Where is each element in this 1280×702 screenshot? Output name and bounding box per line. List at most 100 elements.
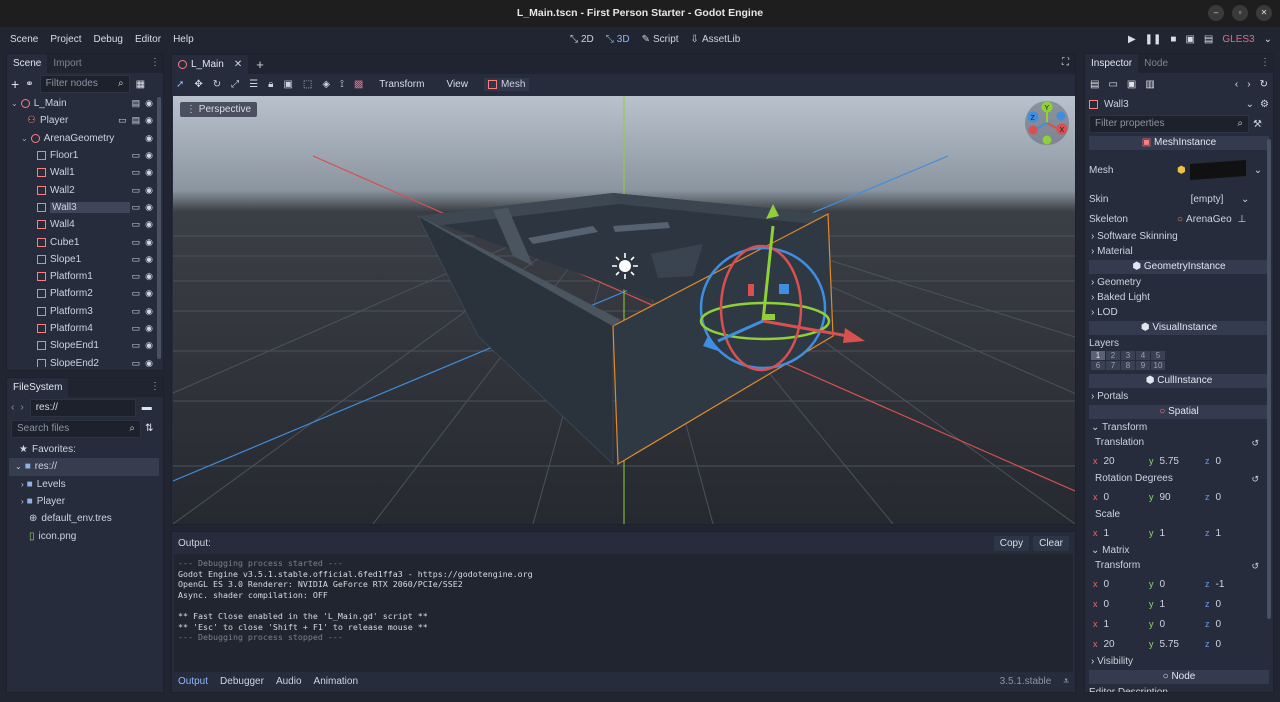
reset-icon[interactable]: ↺: [1251, 471, 1259, 487]
matrix-field[interactable]: 0: [1104, 579, 1110, 590]
tree-row-platform3[interactable]: Platform3 ▭ ◉: [7, 303, 163, 320]
renderer-selector[interactable]: GLES3: [1222, 34, 1254, 45]
play-custom-scene-icon[interactable]: ▤: [1204, 34, 1213, 45]
filter-properties-input[interactable]: Filter properties ⌕: [1089, 115, 1249, 133]
tree-row-wall2[interactable]: Wall2 ▭ ◉: [7, 181, 163, 198]
matrix-field[interactable]: 0: [1160, 619, 1166, 630]
inspector-scrollbar[interactable]: [1267, 139, 1271, 619]
visibility-eye-icon[interactable]: ◉: [145, 219, 153, 230]
sort-icon[interactable]: ⇅: [145, 423, 153, 434]
favorites-row[interactable]: ★ Favorites:: [7, 441, 163, 458]
visibility-eye-icon[interactable]: ◉: [145, 340, 153, 351]
script-icon[interactable]: ▤: [132, 115, 141, 126]
mesh-preview[interactable]: [1189, 160, 1246, 180]
fold-software-skinning[interactable]: › Software Skinning: [1085, 229, 1273, 244]
chevron-down-icon[interactable]: ⌄: [1264, 34, 1272, 45]
path-input[interactable]: res://: [29, 398, 136, 417]
workspace-2d-button[interactable]: ⤡ 2D: [566, 34, 598, 45]
move-tool-icon[interactable]: ✥: [194, 79, 202, 90]
visibility-eye-icon[interactable]: ◉: [145, 115, 153, 126]
matrix-field[interactable]: -1: [1216, 579, 1225, 590]
play-icon[interactable]: ▶: [1128, 34, 1136, 45]
matrix-field[interactable]: 0: [1216, 639, 1222, 650]
rotate-tool-icon[interactable]: ↻: [213, 79, 221, 90]
kebab-menu-icon[interactable]: ⋮: [1260, 57, 1270, 68]
fold-baked-light[interactable]: › Baked Light: [1085, 290, 1273, 305]
layer-toggle[interactable]: 4: [1136, 351, 1150, 360]
tab-node[interactable]: Node: [1138, 54, 1174, 73]
skeleton-value[interactable]: ArenaGeo: [1186, 214, 1232, 225]
workspace-assetlib-button[interactable]: ⇩ AssetLib: [687, 34, 745, 45]
tree-row-slope1[interactable]: Slope1 ▭ ◉: [7, 251, 163, 268]
fs-item-levels[interactable]: › ■ Levels: [7, 476, 163, 493]
layer-toggle[interactable]: 2: [1106, 351, 1120, 360]
menu-view[interactable]: View: [440, 79, 474, 90]
fold-visibility[interactable]: › Visibility: [1085, 654, 1273, 669]
fs-item-icon-png[interactable]: ▯ icon.png: [7, 527, 163, 544]
matrix-field[interactable]: 1: [1104, 619, 1110, 630]
rotation-y-field[interactable]: 90: [1160, 492, 1171, 503]
tab-output[interactable]: Output: [178, 676, 208, 687]
snap-icon[interactable]: ⬚: [303, 79, 312, 90]
translation-x-field[interactable]: 20: [1104, 456, 1115, 467]
tab-import[interactable]: Import: [47, 54, 87, 73]
workspace-3d-button[interactable]: ⤡ 3D: [602, 34, 634, 45]
back-arrow-icon[interactable]: ‹: [1235, 79, 1238, 90]
tab-audio[interactable]: Audio: [276, 676, 302, 687]
tree-row-floor1[interactable]: Floor1 ▭ ◉: [7, 147, 163, 164]
group-icon[interactable]: ▭: [132, 150, 141, 161]
perspective-menu-button[interactable]: ⋮ Perspective: [180, 102, 258, 117]
list-select-icon[interactable]: ☰: [249, 79, 258, 90]
rotation-z-field[interactable]: 0: [1216, 492, 1222, 503]
resource-menu-icon[interactable]: ▥: [1145, 79, 1154, 90]
visibility-eye-icon[interactable]: ◉: [145, 133, 153, 144]
fs-item-res[interactable]: ⌄ ■ res://: [9, 458, 159, 476]
visibility-eye-icon[interactable]: ◉: [145, 288, 153, 299]
group-icon[interactable]: ▭: [132, 340, 141, 351]
play-scene-icon[interactable]: ▣: [1185, 34, 1194, 45]
forward-arrow-icon[interactable]: ›: [20, 402, 23, 413]
group-icon[interactable]: ▭: [132, 358, 141, 367]
3d-viewport[interactable]: Y X Z ⋮ Perspective: [173, 96, 1075, 524]
script-icon[interactable]: ▤: [132, 98, 141, 109]
matrix-field[interactable]: 1: [1160, 599, 1166, 610]
matrix-field[interactable]: 0: [1216, 619, 1222, 630]
fold-geometry[interactable]: › Geometry: [1085, 275, 1273, 290]
chevron-down-icon[interactable]: ⌄: [1254, 165, 1262, 176]
layer-toggle[interactable]: 7: [1106, 361, 1120, 370]
visibility-eye-icon[interactable]: ◉: [145, 254, 153, 265]
stop-icon[interactable]: ■: [1170, 34, 1176, 45]
script-attach-icon[interactable]: ▦: [136, 79, 145, 90]
history-icon[interactable]: ↻: [1260, 79, 1268, 90]
group-icon[interactable]: ▭: [132, 185, 141, 196]
layer-toggle[interactable]: 3: [1121, 351, 1135, 360]
visibility-eye-icon[interactable]: ◉: [145, 202, 153, 213]
minimize-button[interactable]: –: [1208, 5, 1224, 21]
translation-z-field[interactable]: 0: [1216, 456, 1222, 467]
camera-icon[interactable]: ◈: [322, 79, 330, 90]
link-icon[interactable]: ⚭: [25, 79, 33, 90]
tree-row-slopeend1[interactable]: SlopeEnd1 ▭ ◉: [7, 337, 163, 354]
add-node-icon[interactable]: +: [11, 76, 19, 92]
matrix-field[interactable]: 5.75: [1160, 639, 1179, 650]
clear-button[interactable]: Clear: [1033, 535, 1069, 551]
scale-tool-icon[interactable]: ⤢: [231, 79, 239, 90]
scale-y-field[interactable]: 1: [1160, 528, 1166, 539]
group-icon[interactable]: ▭: [132, 288, 141, 299]
layer-toggle[interactable]: 9: [1136, 361, 1150, 370]
split-view-icon[interactable]: ▬: [142, 402, 152, 413]
layer-toggle[interactable]: 8: [1121, 361, 1135, 370]
tree-row-slopeend2[interactable]: SlopeEnd2 ▭ ◉: [7, 354, 163, 367]
fullscreen-icon[interactable]: ⛶: [1062, 57, 1069, 68]
matrix-field[interactable]: 0: [1160, 579, 1166, 590]
bones-icon[interactable]: ⟟: [340, 79, 344, 90]
fs-item-player[interactable]: › ■ Player: [7, 493, 163, 510]
matrix-field[interactable]: 0: [1104, 599, 1110, 610]
tree-row-l-main[interactable]: ⌄ L_Main ▤ ◉: [7, 95, 163, 112]
reset-icon[interactable]: ↺: [1251, 435, 1259, 451]
open-scene-icon[interactable]: ▭: [118, 115, 127, 126]
visibility-eye-icon[interactable]: ◉: [145, 237, 153, 248]
pause-icon[interactable]: ❚❚: [1145, 34, 1162, 45]
tree-row-platform1[interactable]: Platform1 ▭ ◉: [7, 268, 163, 285]
tab-animation[interactable]: Animation: [314, 676, 358, 687]
